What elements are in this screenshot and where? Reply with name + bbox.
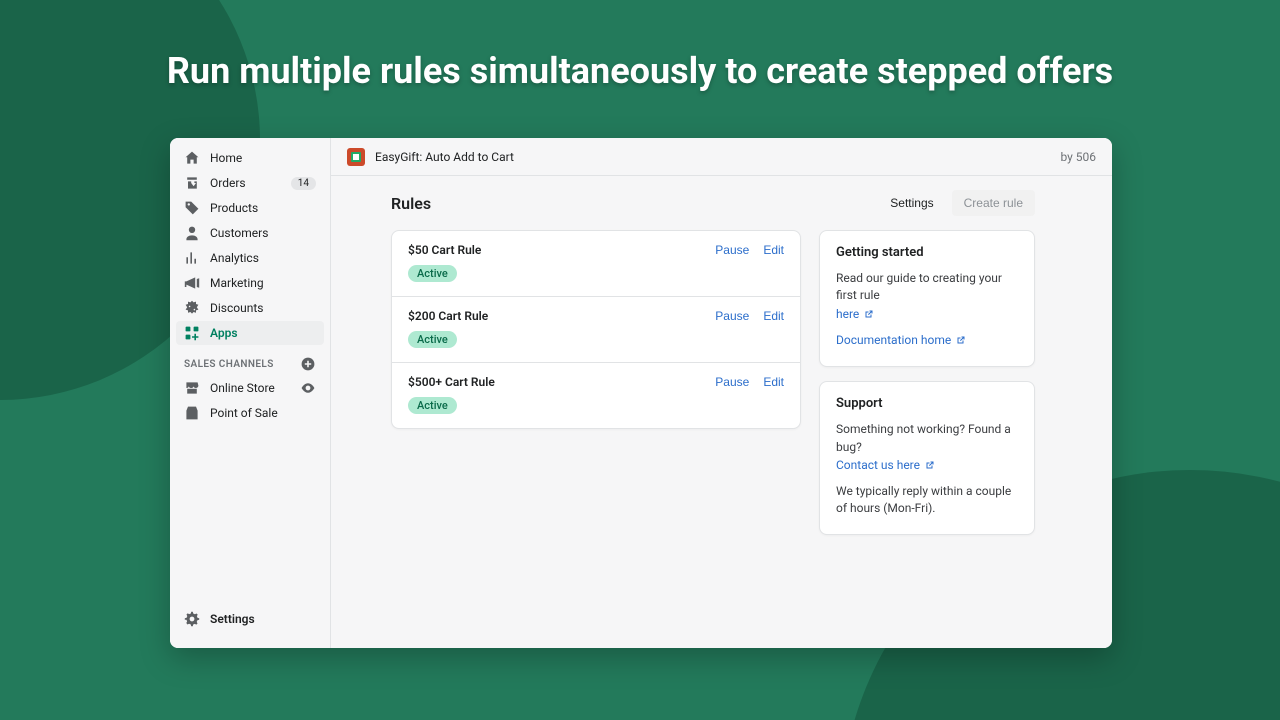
- channels-nav: Online Store Point of Sale: [170, 376, 330, 426]
- page-header: Rules Settings Create rule: [391, 190, 1035, 216]
- create-rule-button[interactable]: Create rule: [952, 190, 1035, 216]
- nav-label: Products: [210, 201, 258, 215]
- app-name: EasyGift: Auto Add to Cart: [375, 150, 514, 164]
- edit-button[interactable]: Edit: [763, 375, 784, 389]
- nav-label: Marketing: [210, 276, 264, 290]
- pause-button[interactable]: Pause: [715, 243, 749, 257]
- person-icon: [184, 225, 200, 241]
- nav-home[interactable]: Home: [176, 146, 324, 170]
- external-icon: [956, 333, 966, 350]
- rule-name: $500+ Cart Rule: [408, 375, 495, 389]
- store-icon: [184, 380, 200, 396]
- channel-pos[interactable]: Point of Sale: [176, 401, 324, 425]
- orders-icon: [184, 175, 200, 191]
- app-topbar: EasyGift: Auto Add to Cart by 506: [331, 138, 1112, 176]
- rule-row[interactable]: $500+ Cart Rule Pause Edit Active: [392, 363, 800, 428]
- megaphone-icon: [184, 275, 200, 291]
- rules-list: $50 Cart Rule Pause Edit Active $200 Car…: [391, 230, 801, 429]
- card-text: Something not working? Found a bug?: [836, 421, 1018, 456]
- rule-row[interactable]: $50 Cart Rule Pause Edit Active: [392, 231, 800, 297]
- analytics-icon: [184, 250, 200, 266]
- docs-link[interactable]: Documentation home: [836, 333, 966, 347]
- nav-label: Settings: [210, 612, 255, 626]
- hero-headline: Run multiple rules simultaneously to cre…: [0, 50, 1280, 92]
- nav-label: Discounts: [210, 301, 263, 315]
- nav-discounts[interactable]: Discounts: [176, 296, 324, 320]
- card-text: Read our guide to creating your first ru…: [836, 271, 1002, 302]
- nav-label: Analytics: [210, 251, 259, 265]
- nav-label: Apps: [210, 326, 238, 340]
- nav-label: Online Store: [210, 381, 275, 395]
- nav-label: Orders: [210, 176, 246, 190]
- nav-products[interactable]: Products: [176, 196, 324, 220]
- settings-button[interactable]: Settings: [880, 190, 943, 216]
- status-badge: Active: [408, 331, 457, 348]
- pause-button[interactable]: Pause: [715, 309, 749, 323]
- nav-apps[interactable]: Apps: [176, 321, 324, 345]
- support-card: Support Something not working? Found a b…: [819, 381, 1035, 535]
- gear-icon: [184, 611, 200, 627]
- nav-settings[interactable]: Settings: [176, 607, 324, 631]
- tag-icon: [184, 200, 200, 216]
- status-badge: Active: [408, 397, 457, 414]
- nav-analytics[interactable]: Analytics: [176, 246, 324, 270]
- home-icon: [184, 150, 200, 166]
- add-channel-icon[interactable]: [300, 356, 316, 372]
- nav-label: Point of Sale: [210, 406, 278, 420]
- discount-icon: [184, 300, 200, 316]
- admin-sidebar: Home Orders 14 Products Customers: [170, 138, 330, 648]
- view-store-icon[interactable]: [300, 380, 316, 396]
- pos-icon: [184, 405, 200, 421]
- channel-online-store[interactable]: Online Store: [176, 376, 324, 400]
- primary-nav: Home Orders 14 Products Customers: [170, 146, 330, 346]
- getting-started-card: Getting started Read our guide to creati…: [819, 230, 1035, 367]
- card-title: Getting started: [836, 245, 1018, 260]
- edit-button[interactable]: Edit: [763, 309, 784, 323]
- section-label: SALES CHANNELS: [184, 359, 274, 370]
- nav-marketing[interactable]: Marketing: [176, 271, 324, 295]
- card-text: We typically reply within a couple of ho…: [836, 483, 1018, 518]
- rule-name: $50 Cart Rule: [408, 243, 481, 257]
- app-window: Home Orders 14 Products Customers: [170, 138, 1112, 648]
- guide-link[interactable]: here: [836, 307, 874, 321]
- sales-channels-header: SALES CHANNELS: [170, 346, 330, 376]
- nav-label: Customers: [210, 226, 268, 240]
- nav-orders[interactable]: Orders 14: [176, 171, 324, 195]
- contact-link[interactable]: Contact us here: [836, 458, 935, 472]
- edit-button[interactable]: Edit: [763, 243, 784, 257]
- apps-icon: [184, 325, 200, 341]
- nav-customers[interactable]: Customers: [176, 221, 324, 245]
- app-logo: [347, 148, 365, 166]
- rule-row[interactable]: $200 Cart Rule Pause Edit Active: [392, 297, 800, 363]
- rule-name: $200 Cart Rule: [408, 309, 488, 323]
- card-title: Support: [836, 396, 1018, 411]
- orders-badge: 14: [291, 177, 316, 190]
- external-icon: [864, 308, 874, 322]
- main-panel: EasyGift: Auto Add to Cart by 506 Rules …: [330, 138, 1112, 648]
- app-byline: by 506: [1060, 150, 1096, 164]
- page-title: Rules: [391, 194, 431, 213]
- pause-button[interactable]: Pause: [715, 375, 749, 389]
- status-badge: Active: [408, 265, 457, 282]
- nav-label: Home: [210, 151, 242, 165]
- external-icon: [925, 459, 935, 473]
